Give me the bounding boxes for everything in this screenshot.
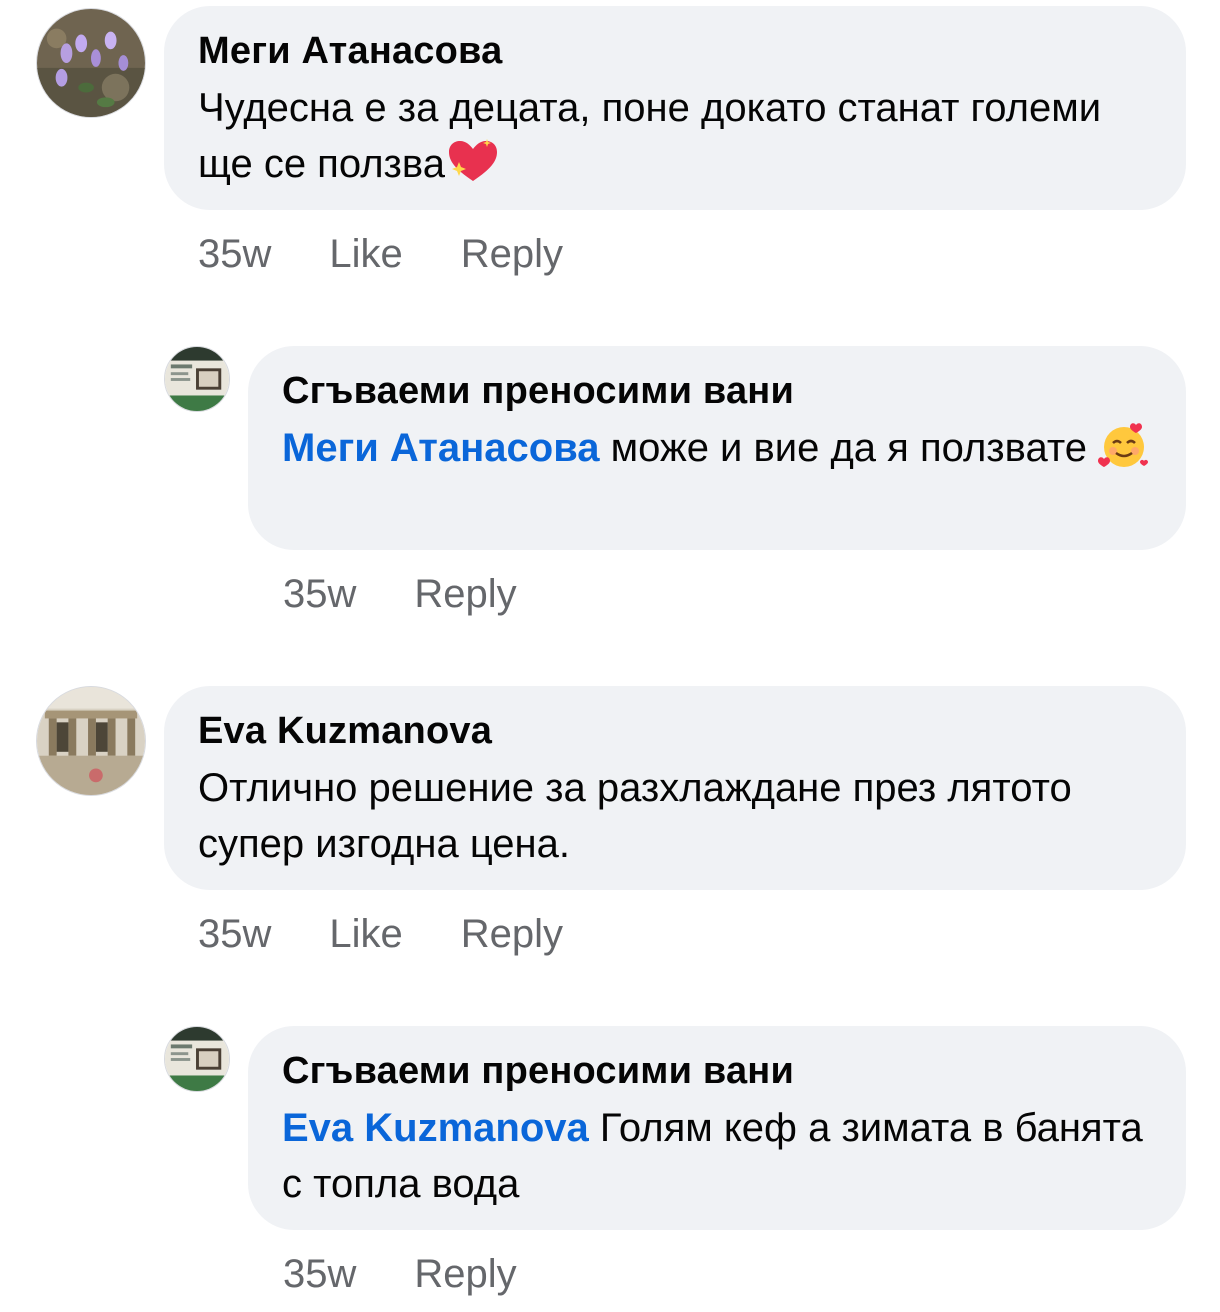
comment-timestamp[interactable]: 35w (283, 1250, 356, 1298)
comment-author[interactable]: Сгъваеми преносими вани (282, 368, 1152, 414)
comment-actions: 35w Like Reply (198, 230, 621, 278)
comment-text: Eva Kuzmanova Голям кеф а зимата в банят… (282, 1100, 1152, 1212)
avatar[interactable] (36, 8, 146, 118)
comment-body: Чудесна е за децата, поне докато станат … (198, 86, 1102, 186)
reply-button[interactable]: Reply (461, 910, 563, 958)
comment-actions: 35w Reply (283, 570, 575, 618)
like-button[interactable]: Like (329, 910, 402, 958)
reply-button[interactable]: Reply (414, 1250, 516, 1298)
sparkling-heart-icon (445, 137, 497, 185)
comment-text: Чудесна е за децата, поне докато станат … (198, 80, 1152, 192)
comment-timestamp[interactable]: 35w (198, 230, 271, 278)
avatar[interactable] (164, 346, 230, 412)
avatar-page-logo (165, 347, 229, 411)
avatar-ruins-photo (37, 687, 145, 795)
comment-text: Меги Атанасова може и вие да я ползвате (282, 420, 1152, 476)
avatar[interactable] (164, 1026, 230, 1092)
avatar-page-logo (165, 1027, 229, 1091)
reply-button[interactable]: Reply (461, 230, 563, 278)
comment-timestamp[interactable]: 35w (198, 910, 271, 958)
comment-text: Отлично решение за разхлаждане през лято… (198, 766, 1072, 866)
comment-bubble: Сгъваеми преносими вани Eva Kuzmanova Го… (248, 1026, 1186, 1230)
comment-bubble: Eva Kuzmanova Отлично решение за разхлаж… (164, 686, 1186, 890)
comment-actions: 35w Like Reply (198, 910, 621, 958)
comment-body: може и вие да я ползвате (599, 426, 1099, 470)
comment-author[interactable]: Сгъваеми преносими вани (282, 1048, 1152, 1094)
comment-author[interactable]: Меги Атанасова (198, 28, 1152, 74)
comment-bubble: Меги Атанасова Чудесна е за децата, поне… (164, 6, 1186, 210)
like-button[interactable]: Like (329, 230, 402, 278)
mention-link[interactable]: Меги Атанасова (282, 426, 600, 470)
avatar[interactable] (36, 686, 146, 796)
smiling-face-with-hearts-icon (1098, 421, 1150, 469)
reply-button[interactable]: Reply (414, 570, 516, 618)
comment-thread: Меги Атанасова Чудесна е за децата, поне… (0, 0, 1220, 1312)
comment-actions: 35w Reply (283, 1250, 575, 1298)
comment-bubble: Сгъваеми преносими вани Меги Атанасова м… (248, 346, 1186, 550)
mention-link[interactable]: Eva Kuzmanova (282, 1106, 589, 1150)
avatar-cyclamen-photo (37, 9, 145, 117)
comment-author[interactable]: Eva Kuzmanova (198, 708, 1152, 754)
comment-timestamp[interactable]: 35w (283, 570, 356, 618)
